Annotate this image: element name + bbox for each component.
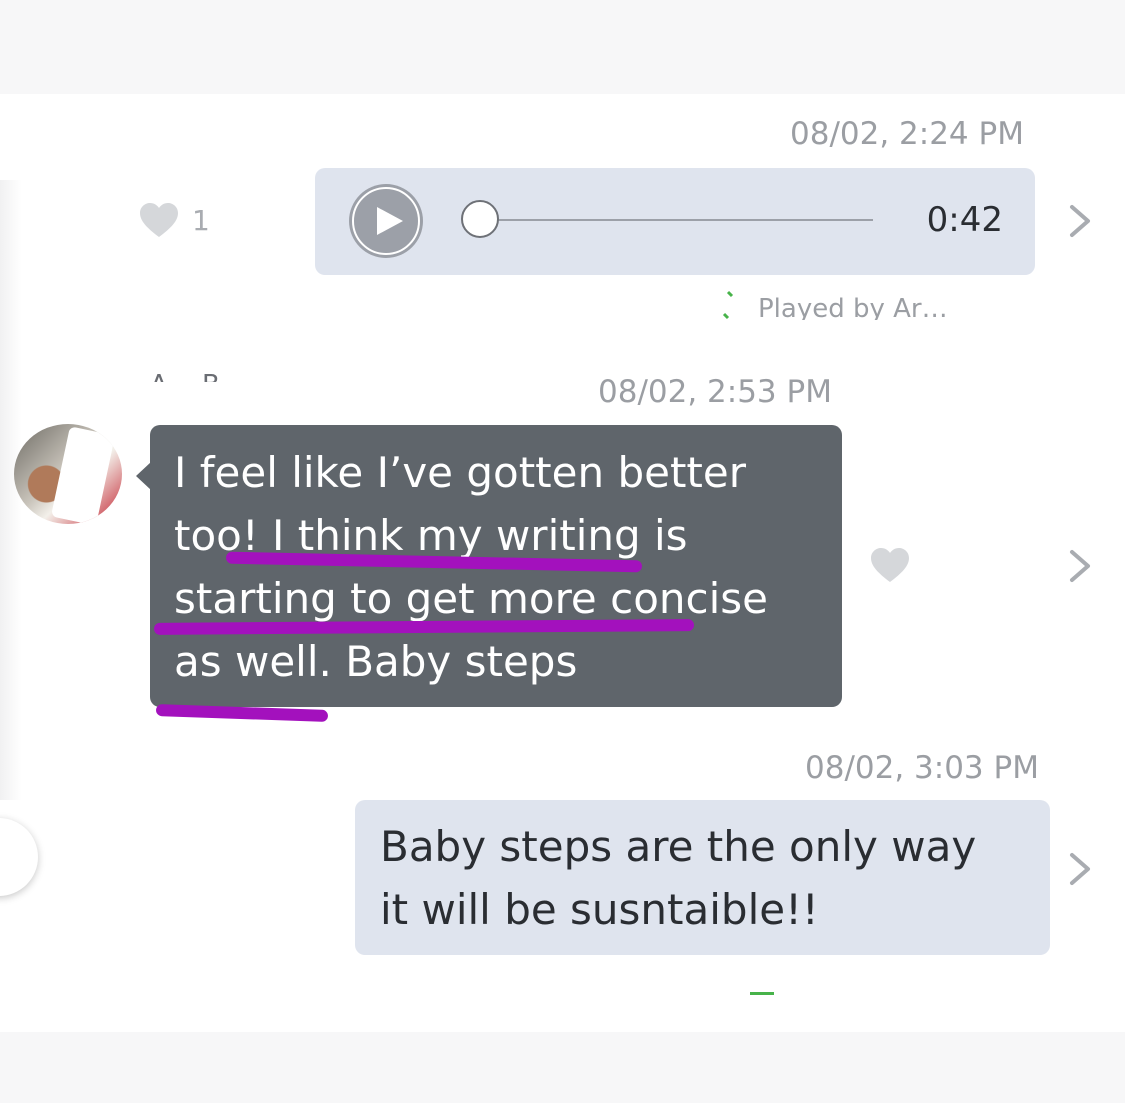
- avatar-redaction: [50, 426, 116, 524]
- play-icon: [377, 207, 403, 235]
- audio-duration: 0:42: [926, 200, 1003, 240]
- outgoing-message-bubble[interactable]: Baby steps are the only way it will be s…: [355, 800, 1050, 955]
- played-by-text: Played by Ar…: [758, 294, 948, 320]
- message-line: Baby steps are the only way: [380, 822, 977, 871]
- audio-message-bubble: 0:42: [315, 168, 1035, 275]
- avatar[interactable]: [14, 424, 122, 524]
- message-text: Baby steps are the only way it will be s…: [380, 815, 1030, 941]
- audio-progress-thumb[interactable]: [461, 200, 499, 238]
- message-timestamp: 08/02, 2:24 PM: [790, 116, 1024, 152]
- message-timestamp: 08/02, 3:03 PM: [805, 750, 1039, 786]
- chevron-right-icon[interactable]: [1068, 851, 1094, 887]
- play-button[interactable]: [349, 184, 423, 258]
- message-line: it will be susntaible!!: [380, 885, 819, 934]
- chevron-right-icon[interactable]: [1068, 203, 1094, 239]
- message-line: as well. Baby steps: [174, 637, 578, 686]
- bubble-tail: [136, 462, 151, 490]
- top-bar: [0, 0, 1125, 94]
- read-receipt: [750, 972, 1050, 996]
- sender-name: A… B…: [150, 364, 410, 382]
- bottom-bar: [0, 1032, 1125, 1103]
- played-by-status: Played by Ar…: [718, 288, 1036, 320]
- message-line: I feel like I’ve gotten better: [174, 448, 747, 497]
- heart-icon[interactable]: [870, 548, 910, 584]
- message-timestamp: 08/02, 2:53 PM: [598, 374, 832, 410]
- receipt-check-icon: [750, 992, 774, 995]
- heart-icon[interactable]: [139, 203, 179, 239]
- audio-progress-track[interactable]: [483, 219, 873, 221]
- played-check-icon: [722, 290, 734, 320]
- chevron-right-icon[interactable]: [1068, 548, 1094, 584]
- like-count: 1: [192, 204, 210, 237]
